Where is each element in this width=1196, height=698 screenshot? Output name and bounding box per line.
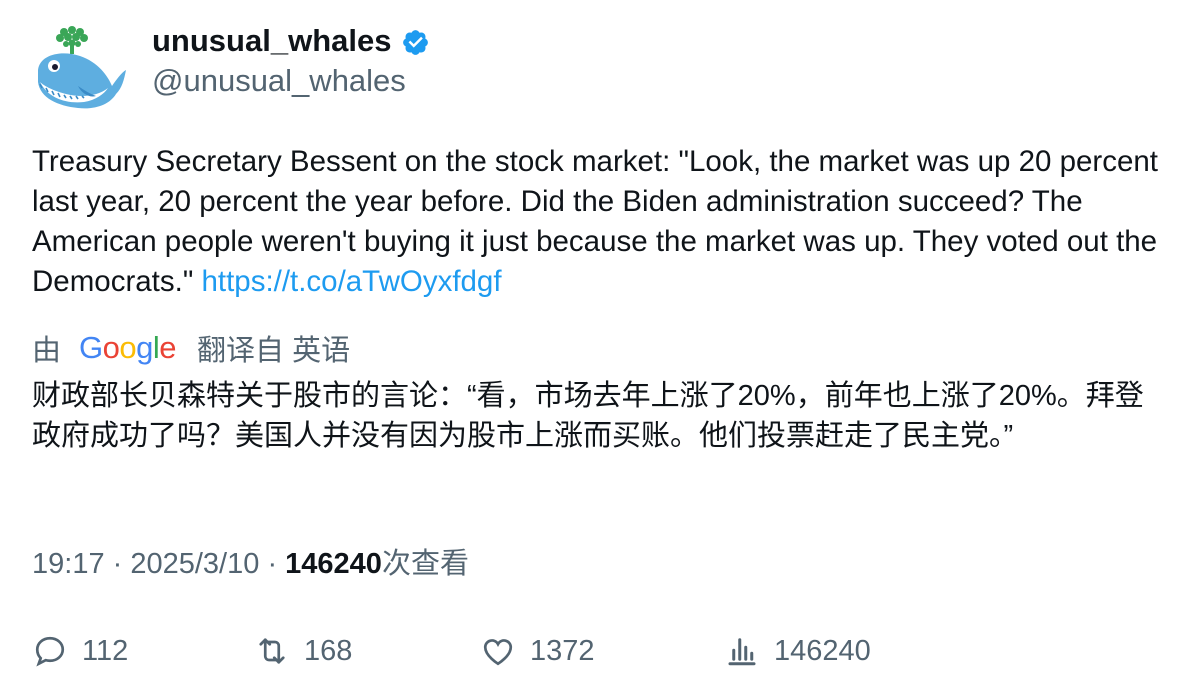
like-count: 1372: [530, 634, 595, 667]
analytics-icon: [728, 638, 756, 666]
translation-attribution[interactable]: 由 Google 翻译自 英语: [32, 328, 350, 368]
retweet-button[interactable]: 168: [254, 628, 352, 674]
like-button[interactable]: 1372: [480, 628, 595, 674]
heart-icon: [483, 639, 513, 666]
action-bar: 112 168 1372 146240: [32, 628, 1172, 674]
views-label: 次查看: [381, 548, 469, 580]
display-name-text: unusual_whales: [152, 23, 392, 58]
views-button[interactable]: 146240: [724, 628, 871, 674]
translation-suffix: 翻译自 英语: [197, 335, 351, 367]
whale-logo-icon: [38, 26, 126, 109]
tweet-text: Treasury Secretary Bessent on the stock …: [32, 142, 1162, 302]
translation-prefix: 由: [32, 335, 62, 367]
svg-text:Google: Google: [79, 330, 176, 365]
views-count: 146240: [285, 548, 382, 580]
reply-count: 112: [82, 634, 129, 667]
tweet-link[interactable]: https://t.co/aTwOyxfdgf: [201, 265, 501, 298]
meta-separator: ·: [267, 548, 286, 580]
reply-icon: [35, 636, 65, 667]
meta-separator: ·: [112, 548, 131, 580]
reply-button[interactable]: 112: [32, 628, 128, 674]
google-logo-icon: Google: [79, 330, 177, 365]
retweet-count: 168: [304, 634, 353, 667]
tweet-date[interactable]: 2025/3/10: [130, 548, 259, 580]
tweet-meta: 19:17 · 2025/3/10 · 146240次查看: [32, 544, 469, 584]
retweet-icon: [259, 638, 285, 664]
views-action-count: 146240: [774, 634, 871, 667]
tweet-time[interactable]: 19:17: [32, 548, 105, 580]
avatar[interactable]: [32, 24, 128, 114]
author-display-name[interactable]: unusual_whales: [152, 22, 430, 60]
verified-badge-icon[interactable]: [401, 28, 430, 57]
translated-text: 财政部长贝森特关于股市的言论：“看，市场去年上涨了20%，前年也上涨了20%。拜…: [32, 380, 1144, 452]
author-handle[interactable]: @unusual_whales: [152, 62, 406, 100]
